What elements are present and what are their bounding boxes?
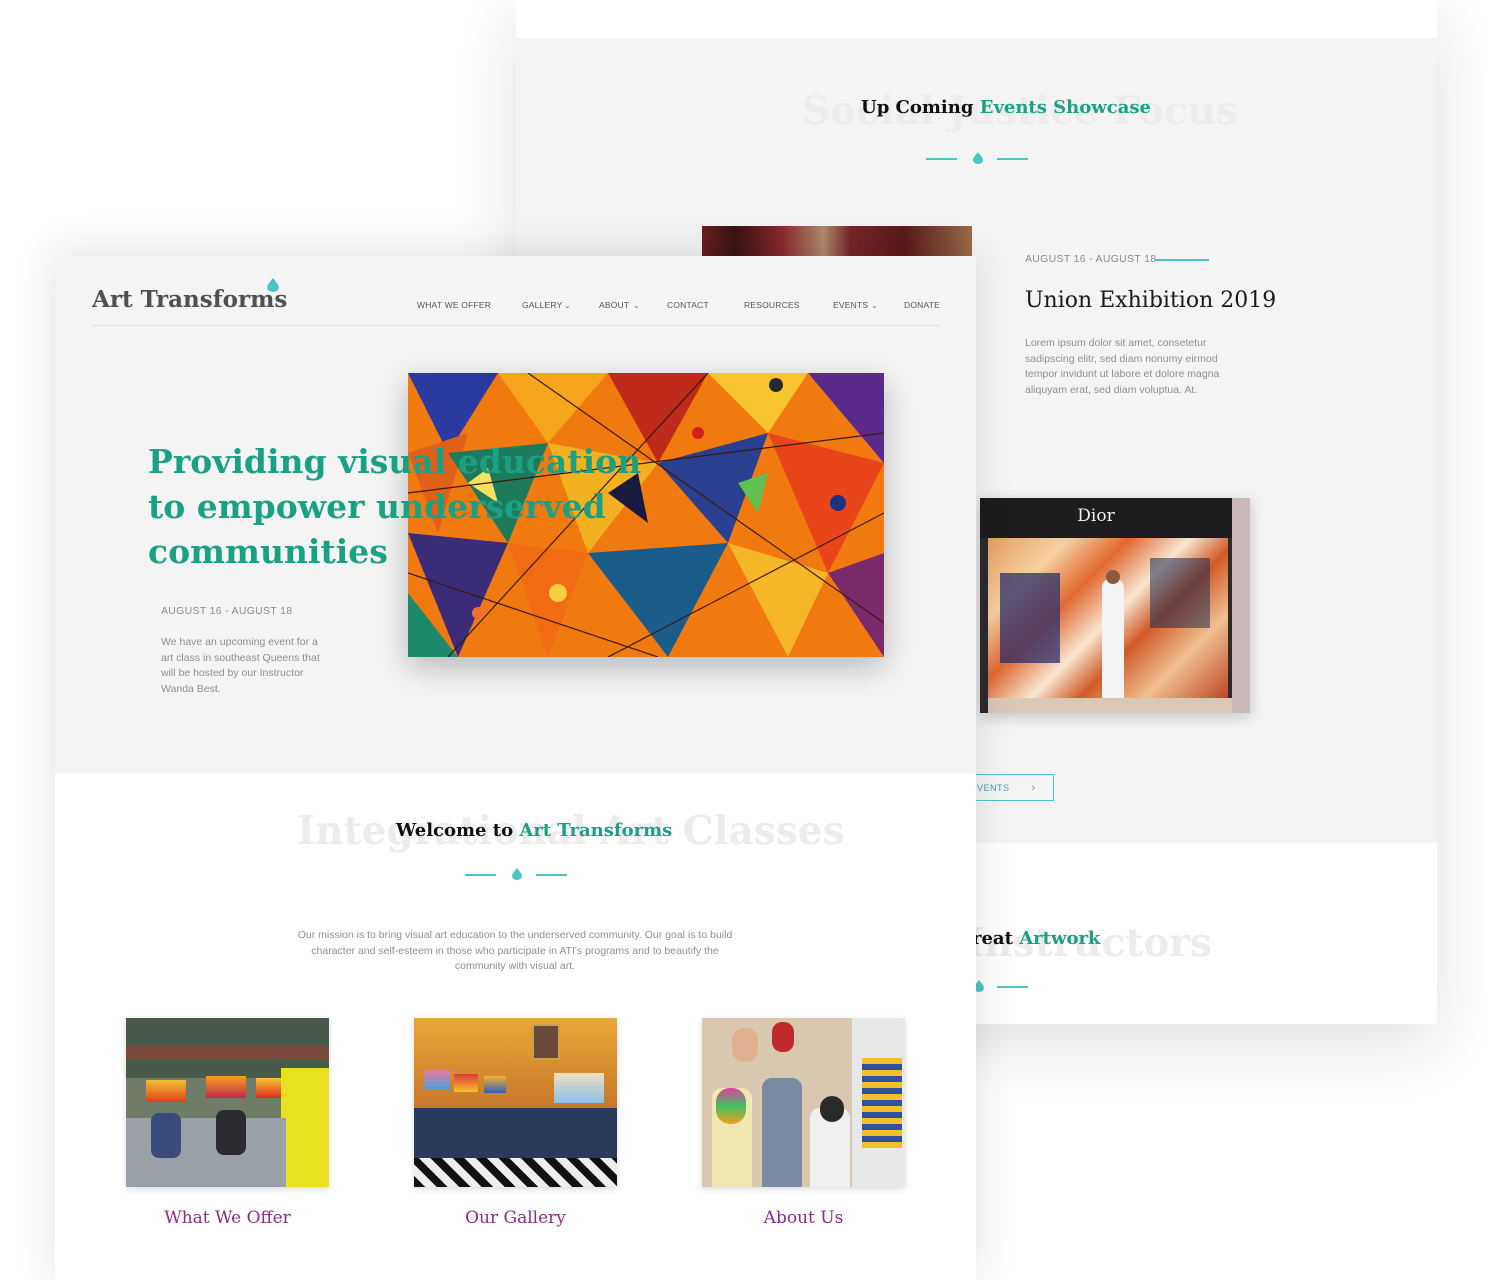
chevron-down-icon[interactable]: ⌄	[871, 301, 878, 310]
card-image-about-us[interactable]	[702, 1018, 905, 1187]
events-divider	[926, 152, 1028, 164]
hero-event-date: AUGUST 16 - AUGUST 18	[161, 605, 293, 617]
events-heading: Up Coming Events Showcase	[861, 97, 1151, 118]
hero-headline: Providing visual education to empower un…	[148, 442, 642, 571]
card-label-about-us[interactable]: About Us	[702, 1208, 905, 1228]
events-heading-accent: Events Showcase	[979, 97, 1151, 118]
card-image-our-gallery[interactable]	[414, 1018, 617, 1187]
store-sign: Dior	[1077, 506, 1115, 526]
events-heading-prefix: Up Coming	[861, 97, 980, 118]
welcome-heading-accent: Art Transforms	[519, 820, 673, 841]
chevron-down-icon[interactable]: ⌄	[633, 301, 640, 310]
nav-gallery[interactable]: GALLERY	[522, 300, 562, 310]
site-logo[interactable]: Art Transforms	[92, 286, 287, 313]
nav-events[interactable]: EVENTS	[833, 300, 868, 310]
leaf-drop-icon	[973, 152, 983, 164]
card-image-what-we-offer[interactable]	[126, 1018, 329, 1187]
card-label-what-we-offer[interactable]: What We Offer	[126, 1208, 329, 1228]
hero-event-text: We have an upcoming event for a art clas…	[161, 636, 320, 695]
welcome-divider	[465, 868, 567, 880]
event-image-storefront: Dior	[980, 498, 1250, 713]
nav-resources[interactable]: RESOURCES	[744, 300, 800, 310]
nav-donate[interactable]: DONATE	[904, 300, 940, 310]
welcome-heading: Welcome to Art Transforms	[396, 820, 672, 841]
instructors-heading-prefix: reat	[972, 928, 1020, 949]
welcome-heading-prefix: Welcome to	[396, 820, 520, 841]
leaf-drop-icon	[512, 868, 522, 880]
nav-about[interactable]: ABOUT	[599, 300, 629, 310]
event-description: Lorem ipsum dolor sit amet, consetetur s…	[1025, 337, 1220, 396]
all-events-button-label: VENTS	[977, 782, 1010, 793]
event-date: AUGUST 16 - AUGUST 18	[1025, 253, 1157, 265]
card-label-our-gallery[interactable]: Our Gallery	[414, 1208, 617, 1228]
mission-text: Our mission is to bring visual art educa…	[297, 929, 733, 972]
nav-what-we-offer[interactable]: WHAT WE OFFER	[417, 300, 491, 310]
chevron-right-icon: ›	[1031, 781, 1036, 794]
nav-contact[interactable]: CONTACT	[667, 300, 709, 310]
event-date-line	[1155, 259, 1209, 261]
event-title: Union Exhibition 2019	[1025, 288, 1277, 313]
leaf-drop-icon	[267, 278, 279, 292]
nav-divider	[92, 325, 940, 326]
chevron-down-icon[interactable]: ⌄	[564, 301, 571, 310]
instructors-heading-accent: Artwork	[1019, 928, 1101, 949]
front-page-preview: Art Transforms WHAT WE OFFER GALLERY ⌄ A…	[55, 256, 976, 1280]
instructors-heading: reat Artwork	[972, 928, 1100, 949]
